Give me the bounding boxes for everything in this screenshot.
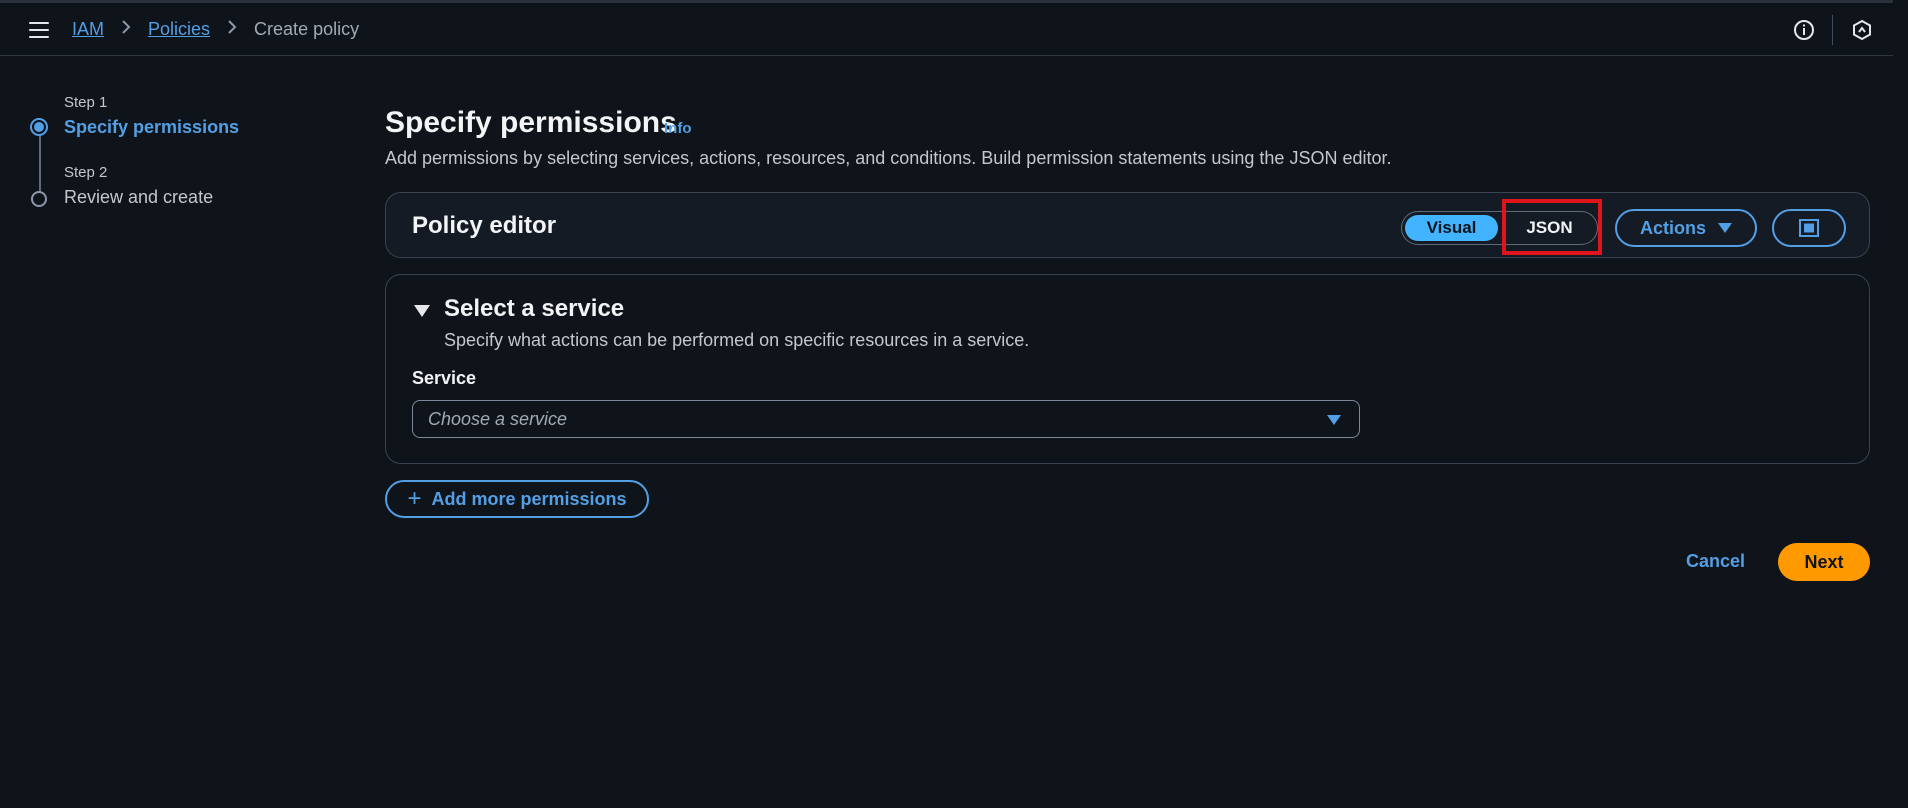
header-divider (1832, 15, 1833, 45)
fullscreen-button[interactable] (1772, 209, 1846, 247)
caret-down-icon (1327, 415, 1341, 425)
info-icon[interactable] (1793, 19, 1815, 41)
json-highlight-box (1502, 199, 1602, 255)
step-2-label: Step 2 (64, 164, 108, 181)
add-more-label: Add more permissions (431, 488, 627, 509)
actions-label: Actions (1639, 217, 1706, 238)
shield-hex-icon[interactable] (1851, 19, 1873, 41)
step-2-title: Review and create (64, 187, 214, 207)
breadcrumb-policies[interactable]: Policies (148, 19, 210, 40)
policy-editor-title: Policy editor (412, 212, 557, 239)
plus-icon: + (407, 485, 422, 512)
cancel-button[interactable]: Cancel (1686, 551, 1745, 572)
next-button[interactable]: Next (1778, 543, 1870, 581)
step-connector (39, 136, 41, 192)
collapse-caret-icon[interactable] (414, 305, 430, 317)
info-link[interactable]: Info (664, 120, 692, 137)
chevron-right-icon (121, 19, 131, 40)
top-navigation-bar: IAM Policies Create policy (0, 3, 1908, 56)
add-more-permissions-button[interactable]: + Add more permissions (385, 480, 649, 518)
fullscreen-icon (1799, 219, 1819, 237)
service-select-placeholder: Choose a service (428, 409, 568, 429)
step-1-title[interactable]: Specify permissions (64, 117, 239, 138)
chevron-right-icon (227, 19, 237, 40)
caret-down-icon (1718, 223, 1732, 233)
policy-editor-header: Policy editor Visual JSON Actions (385, 192, 1870, 258)
breadcrumb-create-policy: Create policy (254, 19, 360, 39)
page-description: Add permissions by selecting services, a… (385, 148, 1392, 168)
service-field-label: Service (412, 368, 477, 388)
step-1-label: Step 1 (64, 94, 108, 111)
step-pending-indicator-icon (31, 191, 47, 207)
page-title: Specify permissions (385, 106, 677, 139)
service-select[interactable]: Choose a service (412, 400, 1360, 438)
breadcrumb-iam[interactable]: IAM (72, 19, 104, 40)
visual-mode-button[interactable]: Visual (1405, 215, 1498, 241)
section-description: Specify what actions can be performed on… (444, 330, 1030, 350)
section-title[interactable]: Select a service (444, 295, 624, 323)
select-service-section: Select a service Specify what actions ca… (385, 274, 1870, 464)
page-scrollbar[interactable] (1893, 0, 1908, 808)
hamburger-menu-icon[interactable] (29, 22, 49, 38)
actions-dropdown-button[interactable]: Actions (1615, 209, 1757, 247)
breadcrumb: IAM Policies Create policy (72, 19, 359, 40)
step-current-indicator-icon (30, 118, 48, 136)
